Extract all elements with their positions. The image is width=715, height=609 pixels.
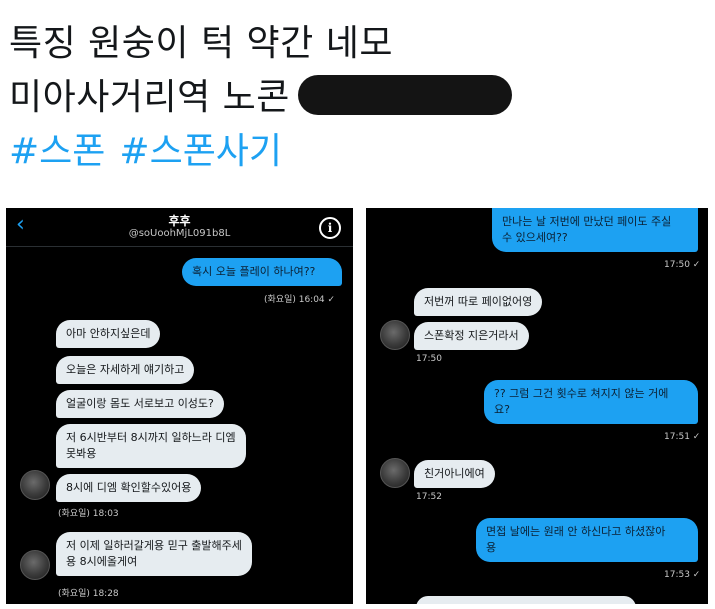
redaction-bar: [297, 75, 512, 115]
avatar: [20, 470, 50, 500]
message-meta: 17:53 ✓: [664, 570, 701, 580]
hashtag-link[interactable]: #스폰사기: [119, 131, 282, 172]
hashtags: #스폰 #스폰사기: [9, 122, 296, 174]
info-icon[interactable]: i: [319, 217, 341, 239]
message-line: 만나는 날 저번에 만났던 페이도 주실: [502, 215, 672, 228]
message-bubble-received: 얼굴이랑 몸도 서로보고 이성도?: [56, 390, 224, 418]
message-meta: 17:50 ✓: [664, 260, 701, 270]
message-bubble-received: 저 6시반부터 8시까지 일하느라 디엠 못봐용: [56, 424, 246, 468]
avatar: [20, 550, 50, 580]
chat-header: ‹ 후후 @soUoohMjL091b8L i: [6, 208, 353, 247]
chat-contact-name: 후후: [168, 214, 191, 228]
message-bubble-sent: 면접 날에는 원래 안 하신다고 하셨잖아 용: [476, 518, 698, 562]
message-bubble-sent: 만나는 날 저번에 만났던 페이도 주실 수 있으세여??: [492, 208, 698, 252]
message-bubble-received: 친거아니에여: [414, 460, 495, 488]
tweet-text-line-2-text: 미아사거리역 노콘: [9, 77, 290, 118]
message-line: 용 8시에올게여: [66, 555, 138, 568]
message-line: 저 이제 일하러갈게용 믿구 출발해주세: [66, 539, 242, 552]
message-bubble-sent: ?? 그럼 그건 횟수로 쳐지지 않는 거에 요?: [484, 380, 698, 424]
left-chat-screenshot: ‹ 후후 @soUoohMjL091b8L i 혹시 오늘 플레이 하나여?? …: [6, 208, 353, 604]
tweet-text-line-1: 특징 원숭이 턱 약간 네모: [9, 23, 393, 64]
message-line: 요?: [494, 403, 510, 416]
right-chat-screenshot: 만나는 날 저번에 만났던 페이도 주실 수 있으세여?? 17:50 ✓ 저번…: [366, 208, 708, 604]
tweet-text-line-2: 미아사거리역 노콘: [9, 68, 512, 120]
message-line: 수 있으세여??: [502, 231, 568, 244]
message-meta: 17:52: [416, 492, 442, 502]
message-meta: 17:51 ✓: [664, 432, 701, 442]
message-bubble-sent: 혹시 오늘 플레이 하나여??: [182, 258, 342, 286]
message-line: 용: [486, 541, 497, 554]
avatar: [380, 320, 410, 350]
avatar: [380, 458, 410, 488]
chat-contact-handle: @soUoohMjL091b8L: [128, 228, 231, 239]
message-bubble-partial: [416, 596, 636, 604]
message-line: 못봐용: [66, 447, 97, 460]
message-line: 저 6시반부터 8시까지 일하느라 디엠: [66, 431, 236, 444]
message-meta: (화요일) 16:04 ✓: [264, 295, 336, 305]
message-bubble-received: 저번꺼 따로 페이없어영: [414, 288, 543, 316]
hashtag-link[interactable]: #스폰: [9, 131, 105, 172]
message-meta: 17:50: [416, 354, 442, 364]
message-meta: (화요일) 18:03: [58, 509, 119, 519]
message-line: 면접 날에는 원래 안 하신다고 하셨잖아: [486, 525, 666, 538]
message-bubble-received: 저 이제 일하러갈게용 믿구 출발해주세 용 8시에올게여: [56, 532, 252, 576]
message-meta: (화요일) 18:28: [58, 589, 119, 599]
message-line: ?? 그럼 그건 횟수로 쳐지지 않는 거에: [494, 387, 669, 400]
message-bubble-received: 오늘은 자세하게 얘기하고: [56, 356, 195, 384]
message-bubble-received: 스폰확정 지은거라서: [414, 322, 529, 350]
message-bubble-received: 8시에 디엠 확인할수있어용: [56, 474, 202, 502]
message-bubble-received: 아마 안하지싶은데: [56, 320, 161, 348]
